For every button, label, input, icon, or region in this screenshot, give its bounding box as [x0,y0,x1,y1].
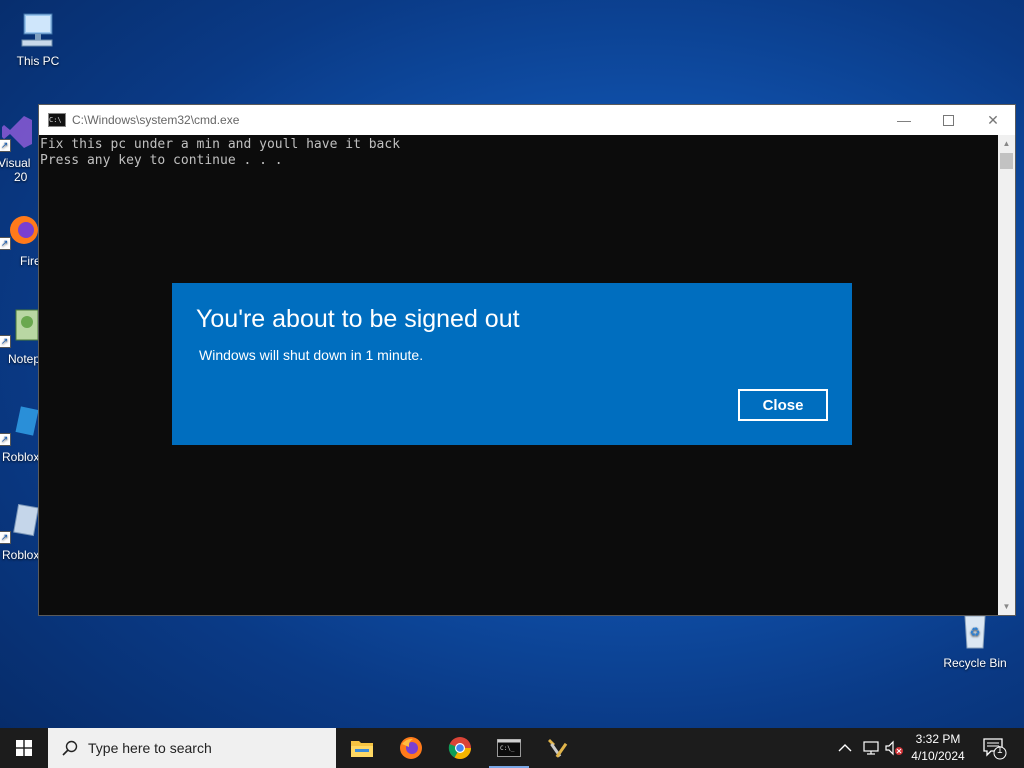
notification-count-badge: 1 [997,745,1003,756]
folder-icon [351,741,373,757]
scroll-down-icon[interactable]: ▼ [998,598,1015,615]
close-window-button[interactable]: ✕ [970,105,1016,135]
maximize-icon [942,114,954,126]
minimize-button[interactable]: — [881,105,927,135]
search-placeholder: Type here to search [88,740,212,756]
tools-icon [548,739,568,758]
roblox-icon: ↗ [0,406,39,446]
desktop-icon-label: Visual [0,156,31,170]
desktop-icon-label: 20 [14,170,28,184]
recycle-bin-icon: ♻ [955,612,995,652]
dialog-close-button[interactable]: Close [738,389,828,421]
taskbar-firefox[interactable] [387,728,435,768]
cmd-window-title: C:\Windows\system32\cmd.exe [72,113,240,127]
roblox-studio-icon: ↗ [0,503,39,544]
network-icon [863,741,879,755]
taskbar-command-prompt[interactable]: C:\_ [485,728,533,768]
taskbar-tools[interactable] [534,728,582,768]
chrome-icon [448,737,471,759]
notepad-icon: ↗ [0,308,39,348]
scrollbar-thumb[interactable] [1000,153,1013,169]
clock-time: 3:32 PM [915,732,961,746]
show-hidden-icons-button[interactable] [838,728,852,768]
firefox-icon [400,737,422,759]
cmd-icon: C:\_ [497,739,521,757]
cmd-app-icon: C:\ [48,113,66,127]
svg-text:♻: ♻ [970,625,981,639]
shortcut-arrow-icon: ↗ [0,139,11,152]
start-button[interactable] [0,728,48,768]
sign-out-dialog: You're about to be signed out Windows wi… [172,283,852,445]
taskbar-search-box[interactable]: Type here to search [48,728,336,768]
shortcut-arrow-icon: ↗ [0,237,11,250]
desktop-icon-label: Recycle Bin [943,656,1007,670]
svg-text:C:\_: C:\_ [500,745,515,752]
maximize-button[interactable] [925,105,971,135]
windows-logo-icon [16,740,32,756]
desktop-icon-this-pc[interactable]: This PC [8,10,68,68]
chevron-up-icon [838,744,852,752]
desktop-icon-recycle-bin[interactable]: ♻ Recycle Bin [940,612,1010,670]
taskbar-file-explorer[interactable] [338,728,386,768]
taskbar: Type here to search C:\_ 3:32 PM 4/10/20… [0,728,1024,768]
cmd-title-bar[interactable]: C:\ C:\Windows\system32\cmd.exe — ✕ [39,105,1015,135]
taskbar-clock[interactable]: 3:32 PM 4/10/2024 [900,731,976,765]
shortcut-arrow-icon: ↗ [0,335,11,348]
taskbar-chrome[interactable] [436,728,484,768]
clock-date: 4/10/2024 [911,749,965,763]
computer-icon [18,10,58,50]
minimize-icon: — [897,112,911,128]
visual-studio-icon: ↗ [0,112,38,152]
dialog-message: Windows will shut down in 1 minute. [199,347,424,363]
action-center-button[interactable]: 1 [982,728,1008,768]
cmd-scrollbar[interactable]: ▲ ▼ [998,135,1015,615]
notification-icon [983,738,1007,760]
firefox-icon: ↗ [0,210,38,250]
shortcut-arrow-icon: ↗ [0,531,11,544]
close-icon: ✕ [987,111,999,128]
scroll-up-icon[interactable]: ▲ [998,135,1015,152]
network-tray-button[interactable] [862,728,880,768]
desktop-icon-label: This PC [16,54,60,68]
search-icon [62,740,78,756]
shortcut-arrow-icon: ↗ [0,433,11,446]
dialog-title: You're about to be signed out [196,305,520,333]
